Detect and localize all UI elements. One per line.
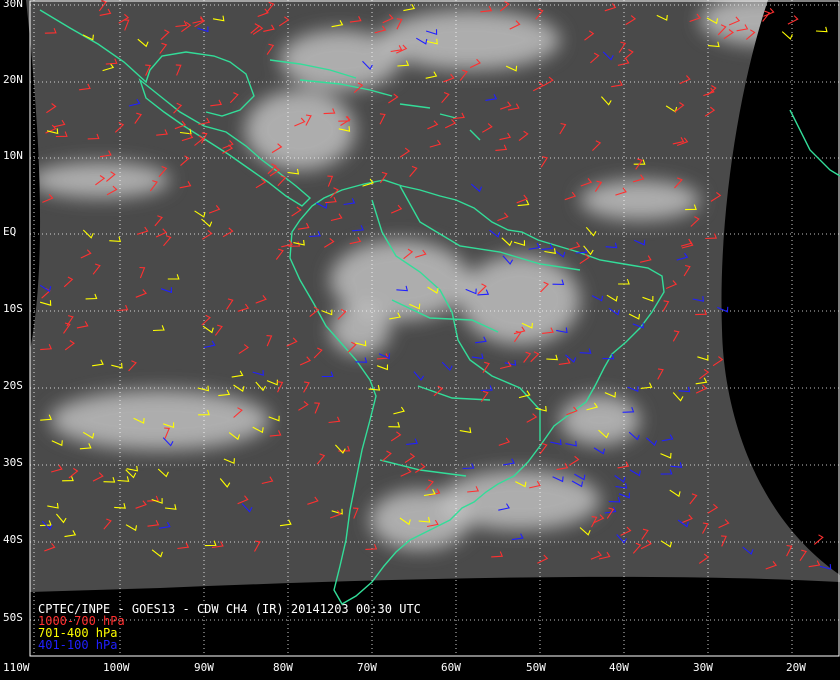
lon-label: 60W <box>441 661 461 674</box>
lat-label: 10S <box>3 302 23 315</box>
lon-label: 110W <box>3 661 30 674</box>
lon-label: 20W <box>786 661 806 674</box>
lat-label: 20N <box>3 73 23 86</box>
cloud-patch <box>580 180 700 220</box>
map-caption: CPTEC/INPE - GOES13 - CDW CH4 (IR) 20141… <box>38 603 421 651</box>
lat-label: 10N <box>3 149 23 162</box>
cloud-patch <box>330 305 390 355</box>
lon-label: 50W <box>526 661 546 674</box>
satellite-wind-map <box>0 0 840 680</box>
lon-label: 90W <box>194 661 214 674</box>
cloud-patch <box>370 490 470 550</box>
lon-label: 70W <box>357 661 377 674</box>
cloud-patch <box>560 395 640 445</box>
lat-label: 20S <box>3 379 23 392</box>
lon-label: 30W <box>693 661 713 674</box>
lon-label: 100W <box>103 661 130 674</box>
lat-label: 30S <box>3 456 23 469</box>
lat-label: 30N <box>3 0 23 10</box>
legend-high-level: 401-100 hPa <box>38 638 118 652</box>
lat-label: 50S <box>3 611 23 624</box>
lat-label: 40S <box>3 533 23 546</box>
cloud-patch <box>30 162 170 198</box>
cloud-patch <box>50 390 270 450</box>
lat-label: EQ <box>3 225 17 238</box>
lon-label: 40W <box>609 661 629 674</box>
lon-label: 80W <box>273 661 293 674</box>
